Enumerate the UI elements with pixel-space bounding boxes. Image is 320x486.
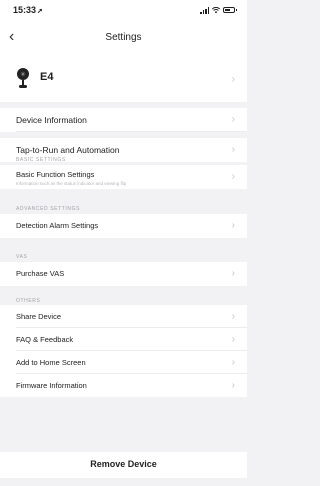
chevron-right-icon: › <box>231 220 235 231</box>
share-device-item[interactable]: Share Device › <box>0 305 247 328</box>
divider <box>16 131 247 132</box>
firmware-information-item[interactable]: Firmware Information › <box>0 374 247 397</box>
status-time: 15:33➚ <box>13 5 43 15</box>
home-indicator-area <box>0 478 247 486</box>
detection-alarm-settings-label: Detection Alarm Settings <box>16 221 99 230</box>
chevron-right-icon: › <box>231 114 235 125</box>
device-information-item[interactable]: Device Information › <box>0 108 247 132</box>
remove-device-button[interactable]: Remove Device <box>0 452 247 478</box>
device-header[interactable]: E4 › <box>0 58 247 102</box>
section-header-others: OTHERS <box>16 298 41 304</box>
chevron-right-icon: › <box>231 311 235 322</box>
remove-device-label: Remove Device <box>90 459 157 469</box>
basic-function-settings-subtitle: Information such as the status indicator… <box>16 181 127 186</box>
faq-feedback-item[interactable]: FAQ & Feedback › <box>0 328 247 351</box>
chevron-right-icon: › <box>231 74 235 85</box>
basic-function-settings-label: Basic Function Settings <box>16 170 95 179</box>
tap-to-run-label: Tap-to-Run and Automation <box>16 145 120 155</box>
section-header-basic: BASIC SETTINGS <box>16 157 66 163</box>
basic-function-settings-item[interactable]: Basic Function Settings Information such… <box>0 165 247 189</box>
chevron-right-icon: › <box>231 357 235 368</box>
chevron-right-icon: › <box>231 380 235 391</box>
device-information-label: Device Information <box>16 115 87 125</box>
nav-bar: ‹ Settings <box>0 20 247 58</box>
detection-alarm-settings-item[interactable]: Detection Alarm Settings › <box>0 214 247 238</box>
chevron-right-icon: › <box>231 334 235 345</box>
status-icons <box>200 6 237 14</box>
purchase-vas-item[interactable]: Purchase VAS › <box>0 262 247 286</box>
add-to-home-screen-item[interactable]: Add to Home Screen › <box>0 351 247 374</box>
device-name: E4 <box>40 71 54 83</box>
firmware-information-label: Firmware Information <box>16 381 87 390</box>
chevron-right-icon: › <box>231 144 235 155</box>
add-to-home-screen-label: Add to Home Screen <box>16 358 86 367</box>
section-header-advanced: ADVANCED SETTINGS <box>16 206 81 212</box>
location-arrow-icon: ➚ <box>37 8 43 15</box>
faq-feedback-label: FAQ & Feedback <box>16 335 74 344</box>
time-text: 15:33 <box>13 5 37 15</box>
purchase-vas-label: Purchase VAS <box>16 269 65 278</box>
share-device-label: Share Device <box>16 312 62 321</box>
camera-device-icon <box>17 68 29 88</box>
status-bar: 15:33➚ <box>0 0 247 20</box>
section-header-vas: VAS <box>16 254 28 260</box>
signal-icon <box>200 6 209 14</box>
page-title: Settings <box>105 32 142 43</box>
wifi-icon <box>212 7 220 13</box>
chevron-right-icon: › <box>231 268 235 279</box>
battery-icon <box>223 7 237 13</box>
chevron-right-icon: › <box>231 171 235 182</box>
